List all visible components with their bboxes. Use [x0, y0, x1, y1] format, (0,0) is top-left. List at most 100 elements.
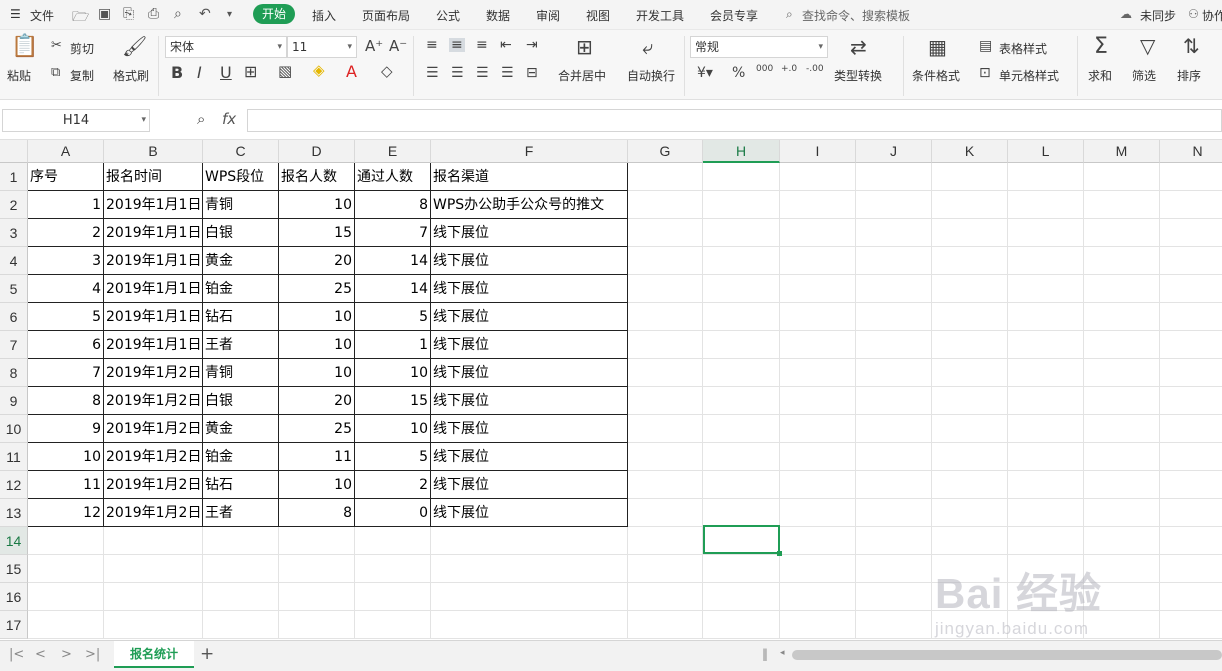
cell-c16[interactable] [203, 583, 279, 611]
cell-h4[interactable] [703, 247, 780, 275]
cell-i8[interactable] [780, 359, 856, 387]
cell-i13[interactable] [780, 499, 856, 527]
cell-g13[interactable] [628, 499, 703, 527]
cell-e13[interactable]: 0 [355, 499, 431, 527]
row-header-9[interactable]: 9 [0, 387, 28, 415]
cell-e16[interactable] [355, 583, 431, 611]
column-header-n[interactable]: N [1160, 140, 1222, 163]
cell-g5[interactable] [628, 275, 703, 303]
cell-j14[interactable] [856, 527, 932, 555]
cell-n9[interactable] [1160, 387, 1222, 415]
cell-l13[interactable] [1008, 499, 1084, 527]
align-right-icon[interactable]: ☰ [476, 66, 489, 80]
cell-c9[interactable]: 白银 [203, 387, 279, 415]
cell-n4[interactable] [1160, 247, 1222, 275]
cell-d17[interactable] [279, 611, 355, 639]
cell-d3[interactable]: 15 [279, 219, 355, 247]
cell-k12[interactable] [932, 471, 1008, 499]
cell-e10[interactable]: 10 [355, 415, 431, 443]
increase-font-icon[interactable]: A⁺ [365, 39, 383, 54]
cell-k6[interactable] [932, 303, 1008, 331]
scroll-left-icon[interactable]: ◂ [780, 649, 785, 658]
cell-d4[interactable]: 20 [279, 247, 355, 275]
cell-e17[interactable] [355, 611, 431, 639]
cell-j10[interactable] [856, 415, 932, 443]
cell-a14[interactable] [28, 527, 104, 555]
filter-button[interactable]: 筛选 [1132, 67, 1156, 84]
decrease-decimal-icon[interactable]: -.00 [806, 65, 824, 74]
print-preview-icon[interactable]: ⌕ [174, 6, 182, 22]
cell-n8[interactable] [1160, 359, 1222, 387]
cell-g12[interactable] [628, 471, 703, 499]
cell-style-icon[interactable]: ⊡ [979, 66, 991, 80]
cell-n10[interactable] [1160, 415, 1222, 443]
hamburger-icon[interactable]: ☰ [10, 7, 21, 21]
cell-h3[interactable] [703, 219, 780, 247]
save-icon[interactable]: ▣ [98, 6, 111, 22]
cell-f3[interactable]: 线下展位 [431, 219, 628, 247]
scissors-icon[interactable]: ✂ [51, 39, 62, 52]
cell-d5[interactable]: 25 [279, 275, 355, 303]
cell-j15[interactable] [856, 555, 932, 583]
cell-g1[interactable] [628, 163, 703, 191]
file-menu[interactable]: 文件 [30, 7, 54, 24]
cell-b8[interactable]: 2019年1月2日 [104, 359, 203, 387]
cell-n12[interactable] [1160, 471, 1222, 499]
cell-c3[interactable]: 白银 [203, 219, 279, 247]
cell-d7[interactable]: 10 [279, 331, 355, 359]
cell-m3[interactable] [1084, 219, 1160, 247]
cell-h8[interactable] [703, 359, 780, 387]
cell-l11[interactable] [1008, 443, 1084, 471]
cell-g9[interactable] [628, 387, 703, 415]
cell-c11[interactable]: 铂金 [203, 443, 279, 471]
fill-handle[interactable] [777, 551, 782, 556]
cell-c17[interactable] [203, 611, 279, 639]
cell-e8[interactable]: 10 [355, 359, 431, 387]
cell-m8[interactable] [1084, 359, 1160, 387]
undo-icon[interactable]: ↶ [199, 6, 211, 22]
cell-j17[interactable] [856, 611, 932, 639]
cell-g6[interactable] [628, 303, 703, 331]
cell-b2[interactable]: 2019年1月1日 [104, 191, 203, 219]
prev-sheet-icon[interactable]: < [35, 648, 46, 661]
wrap-text-button[interactable]: 自动换行 [627, 67, 675, 84]
cell-e5[interactable]: 14 [355, 275, 431, 303]
cell-a3[interactable]: 2 [28, 219, 104, 247]
cell-e11[interactable]: 5 [355, 443, 431, 471]
column-header-a[interactable]: A [28, 140, 104, 163]
cell-d10[interactable]: 25 [279, 415, 355, 443]
row-header-8[interactable]: 8 [0, 359, 28, 387]
cell-c8[interactable]: 青铜 [203, 359, 279, 387]
italic-icon[interactable]: I [197, 65, 202, 81]
cell-a4[interactable]: 3 [28, 247, 104, 275]
format-painter-button[interactable]: 格式刷 [113, 67, 149, 84]
align-top-icon[interactable]: ≡ [426, 38, 438, 52]
cut-button[interactable]: 剪切 [70, 40, 94, 57]
cell-i1[interactable] [780, 163, 856, 191]
tab-developer[interactable]: 开发工具 [636, 7, 684, 24]
align-bottom-icon[interactable]: ≡ [476, 38, 488, 52]
cell-k4[interactable] [932, 247, 1008, 275]
cell-a13[interactable]: 12 [28, 499, 104, 527]
table-style-button[interactable]: 表格样式 [999, 40, 1047, 57]
wrap-text-icon[interactable]: ⤶ [642, 37, 653, 57]
cell-h5[interactable] [703, 275, 780, 303]
cell-k10[interactable] [932, 415, 1008, 443]
cell-k5[interactable] [932, 275, 1008, 303]
cell-c5[interactable]: 铂金 [203, 275, 279, 303]
align-middle-icon[interactable]: ≡ [449, 38, 465, 52]
cell-b14[interactable] [104, 527, 203, 555]
row-header-2[interactable]: 2 [0, 191, 28, 219]
cell-n14[interactable] [1160, 527, 1222, 555]
cell-m4[interactable] [1084, 247, 1160, 275]
cell-j13[interactable] [856, 499, 932, 527]
cell-m5[interactable] [1084, 275, 1160, 303]
cell-g4[interactable] [628, 247, 703, 275]
command-search[interactable]: 查找命令、搜索模板 [802, 7, 910, 24]
cell-m11[interactable] [1084, 443, 1160, 471]
paste-button[interactable]: 粘贴 [7, 67, 31, 84]
cell-b12[interactable]: 2019年1月2日 [104, 471, 203, 499]
cell-g8[interactable] [628, 359, 703, 387]
cell-e9[interactable]: 15 [355, 387, 431, 415]
align-left-icon[interactable]: ☰ [426, 66, 439, 80]
